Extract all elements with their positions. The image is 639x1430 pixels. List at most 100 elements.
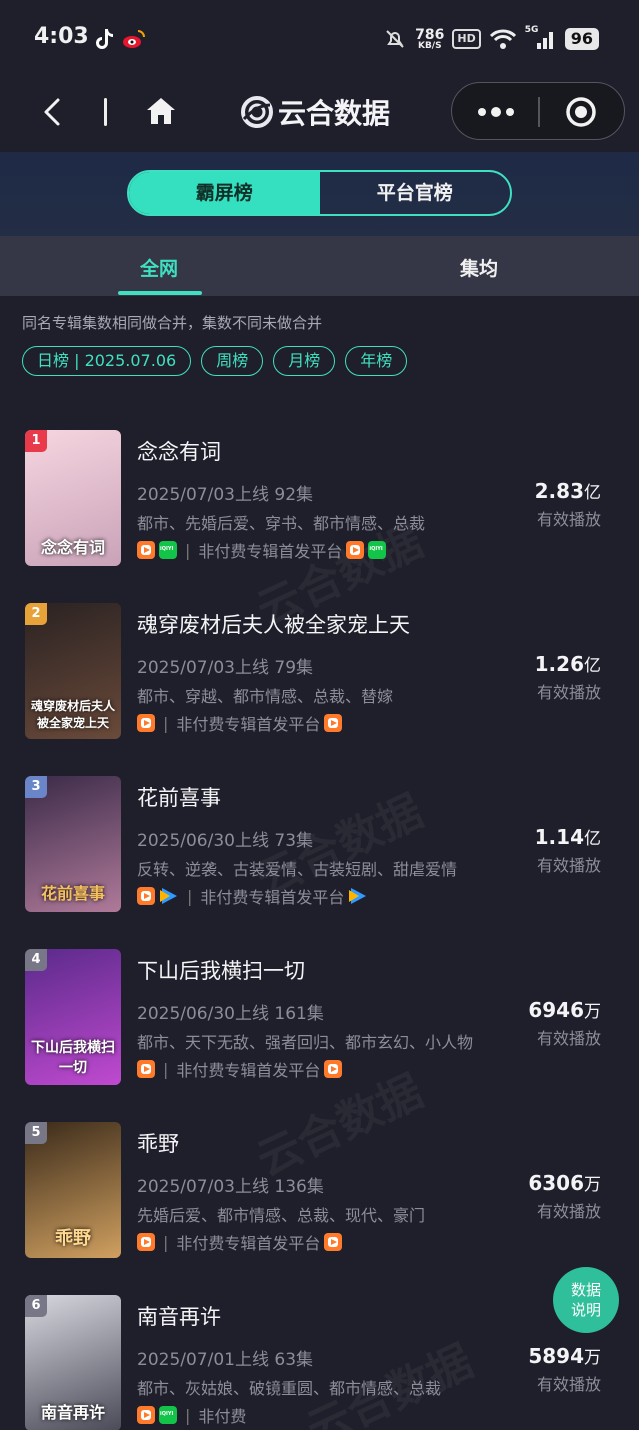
mgtv-icon: [137, 1406, 155, 1424]
list-item[interactable]: 1 念念有词 念念有词 2025/07/03上线 92集 都市、先婚后爱、穿书、…: [0, 430, 639, 566]
list-item[interactable]: 5 乖野 乖野 2025/07/03上线 136集 先婚后爱、都市情感、总裁、现…: [0, 1122, 639, 1258]
mgtv-icon: [137, 1060, 155, 1078]
status-right: 786 KB/S HD 5G 96: [383, 24, 599, 54]
platform-note: 非付费专辑首发平台: [176, 1234, 321, 1253]
drama-title: 南音再许: [137, 1305, 221, 1329]
platform-icons: [137, 1060, 155, 1078]
mgtv-icon: [324, 714, 343, 732]
platform-row: | 非付费: [137, 1403, 250, 1427]
platform-note: 非付费专辑首发平台: [200, 888, 345, 907]
home-icon[interactable]: [144, 94, 178, 128]
genre-tags: 都市、灰姑娘、破镜重圆、都市情感、总裁: [137, 1379, 442, 1398]
mgtv-icon: [137, 714, 155, 732]
list-item[interactable]: 3 花前喜事 花前喜事 2025/06/30上线 73集 反转、逆袭、古装爱情、…: [0, 776, 639, 912]
period-filters: 日榜 | 2025.07.06 周榜 月榜 年榜: [22, 346, 408, 376]
play-count-label: 有效播放: [536, 856, 601, 875]
poster-title: 魂穿废材后夫人被全家宠上天: [30, 699, 115, 730]
poster-image: 4 下山后我横扫一切: [25, 949, 121, 1085]
platform-icons: [137, 887, 179, 905]
filter-yearly[interactable]: 年榜: [345, 346, 408, 376]
tab-per-episode[interactable]: 集均: [460, 254, 498, 281]
drama-title: 乖野: [137, 1132, 179, 1156]
poster-title: 念念有词: [40, 538, 105, 557]
switch-platform-chart[interactable]: 平台官榜: [320, 172, 511, 214]
close-target-icon[interactable]: [564, 95, 598, 129]
list-item[interactable]: 4 下山后我横扫一切 下山后我横扫一切 2025/06/30上线 161集 都市…: [0, 949, 639, 1085]
platform-row: | 非付费专辑首发平台: [137, 1057, 343, 1081]
platform-icons: [324, 1060, 343, 1078]
play-count-label: 有效播放: [536, 1029, 601, 1048]
tiktok-icon: [96, 29, 113, 49]
capsule-divider: [538, 97, 540, 127]
release-info: 2025/07/03上线 79集: [137, 658, 314, 678]
platform-note: 非付费专辑首发平台: [176, 1061, 321, 1080]
mgtv-icon: [137, 1233, 155, 1251]
signal-icon: 5G: [525, 25, 557, 51]
platform-icons: [137, 541, 177, 559]
mgtv-icon: [324, 1060, 343, 1078]
tencent-icon: [348, 887, 368, 905]
rank-badge: 6: [25, 1295, 47, 1317]
play-count: 1.14亿: [534, 825, 601, 849]
list-item[interactable]: 6 南音再许 南音再许 2025/07/01上线 63集 都市、灰姑娘、破镜重圆…: [0, 1295, 639, 1430]
genre-tags: 反转、逆袭、古装爱情、古装短剧、甜虐爱情: [137, 860, 458, 879]
genre-tags: 都市、天下无敌、强者回归、都市玄幻、小人物: [137, 1033, 474, 1052]
platform-note: 非付费专辑首发平台: [198, 542, 343, 561]
drama-title: 花前喜事: [137, 786, 221, 810]
play-count: 1.26亿: [534, 652, 601, 676]
mgtv-icon: [137, 887, 155, 905]
tab-all-network[interactable]: 全网: [140, 254, 178, 281]
iqiyi-icon: [368, 541, 387, 559]
poster-image: 5 乖野: [25, 1122, 121, 1258]
status-time: 4:03: [34, 24, 89, 49]
more-icon[interactable]: [472, 98, 520, 126]
play-count-label: 有效播放: [536, 683, 601, 702]
platform-separator: |: [163, 1059, 169, 1079]
rank-badge: 4: [25, 949, 47, 971]
play-count: 6946万: [528, 998, 601, 1022]
rank-badge: 1: [25, 430, 47, 452]
platform-row: | 非付费专辑首发平台: [137, 538, 387, 562]
play-count: 2.83亿: [534, 479, 601, 503]
wifi-icon: [489, 29, 516, 49]
sub-tabs: 全网 集均: [0, 236, 639, 296]
list-item[interactable]: 2 魂穿废材后夫人被全家宠上天 魂穿废材后夫人被全家宠上天 2025/07/03…: [0, 603, 639, 739]
switch-dominant-chart[interactable]: 霸屏榜: [129, 172, 320, 214]
yunhe-logo-icon: [241, 96, 273, 128]
net-speed: 786 KB/S: [415, 26, 445, 51]
data-explanation-button[interactable]: 数据 说明: [553, 1267, 619, 1333]
release-info: 2025/07/03上线 136集: [137, 1177, 324, 1197]
poster-title: 乖野: [55, 1228, 91, 1249]
poster-image: 1 念念有词: [25, 430, 121, 566]
release-info: 2025/07/03上线 92集: [137, 485, 314, 505]
drama-title: 念念有词: [137, 440, 221, 464]
play-count: 5894万: [528, 1344, 601, 1368]
release-info: 2025/06/30上线 73集: [137, 831, 314, 851]
poster-image: 6 南音再许: [25, 1295, 121, 1430]
release-info: 2025/06/30上线 161集: [137, 1004, 324, 1024]
play-count-label: 有效播放: [536, 1375, 601, 1394]
poster-image: 2 魂穿废材后夫人被全家宠上天: [25, 603, 121, 739]
weibo-icon: [123, 30, 145, 48]
ranking-type-header: 霸屏榜 平台官榜: [0, 152, 639, 236]
platform-icons: [348, 887, 368, 905]
tencent-icon: [159, 887, 179, 905]
play-count: 6306万: [528, 1171, 601, 1195]
platform-note: 非付费专辑首发平台: [176, 715, 321, 734]
back-arrow-icon[interactable]: [36, 94, 72, 130]
filter-weekly[interactable]: 周榜: [201, 346, 264, 376]
filter-monthly[interactable]: 月榜: [273, 346, 336, 376]
genre-tags: 都市、穿越、都市情感、总裁、替嫁: [137, 687, 394, 706]
drama-title: 魂穿废材后夫人被全家宠上天: [137, 613, 410, 637]
poster-title: 下山后我横扫一切: [31, 1040, 115, 1076]
iqiyi-icon: [159, 541, 177, 559]
platform-icons: [137, 1233, 155, 1251]
release-info: 2025/07/01上线 63集: [137, 1350, 314, 1370]
nav-divider: [104, 98, 107, 126]
mgtv-icon: [137, 541, 155, 559]
genre-tags: 都市、先婚后爱、穿书、都市情感、总裁: [137, 514, 426, 533]
platform-row: | 非付费专辑首发平台: [137, 1230, 343, 1254]
mgtv-icon: [324, 1233, 343, 1251]
brand: 云合数据: [240, 92, 390, 132]
filter-daily[interactable]: 日榜 | 2025.07.06: [22, 346, 192, 376]
